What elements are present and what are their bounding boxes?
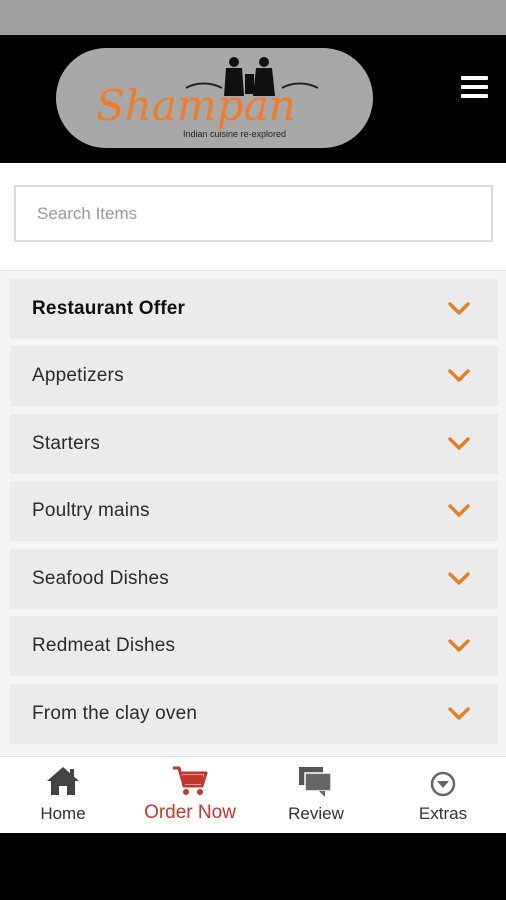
category-item-clay-oven[interactable]: From the clay oven [10, 684, 498, 744]
tab-home[interactable]: Home [0, 757, 126, 834]
logo-tagline: Indian cuisine re-explored [183, 129, 286, 139]
category-label: Starters [32, 433, 101, 454]
category-item-seafood-dishes[interactable]: Seafood Dishes [10, 549, 498, 609]
chevron-down-icon [448, 504, 470, 517]
search-box[interactable] [14, 185, 493, 242]
hamburger-menu-icon[interactable] [460, 76, 490, 102]
status-bar [0, 0, 506, 35]
cart-icon [173, 766, 208, 795]
bottom-tab-bar: Home Order Now Review Extras [0, 756, 506, 833]
chevron-down-icon [448, 707, 470, 720]
chevron-down-icon [448, 369, 470, 382]
logo-text: Shampan [96, 81, 296, 130]
category-list: Restaurant Offer Appetizers Starters Pou… [0, 270, 506, 756]
tab-label: Review [288, 804, 344, 823]
chevron-down-icon [448, 302, 470, 315]
chevron-down-icon [448, 437, 470, 450]
category-label: Redmeat Dishes [32, 635, 176, 656]
category-item-starters[interactable]: Starters [10, 414, 498, 474]
category-label: Restaurant Offer [32, 298, 186, 319]
chevron-circle-icon [430, 771, 456, 797]
category-label: Appetizers [32, 365, 124, 386]
category-item-poultry-mains[interactable]: Poultry mains [10, 481, 498, 541]
category-item-appetizers[interactable]: Appetizers [10, 346, 498, 406]
app-header: Shampan Indian cuisine re-explored [0, 35, 506, 163]
search-input[interactable] [16, 187, 491, 240]
category-label: Seafood Dishes [32, 568, 169, 589]
chat-icon [299, 767, 332, 797]
tab-review[interactable]: Review [253, 757, 379, 834]
main-content: Restaurant Offer Appetizers Starters Pou… [0, 163, 506, 756]
tab-extras[interactable]: Extras [380, 757, 506, 834]
tab-label: Extras [418, 804, 468, 823]
category-item-restaurant-offer[interactable]: Restaurant Offer [10, 279, 498, 339]
tab-label: Home [40, 804, 86, 823]
chevron-down-icon [448, 572, 470, 585]
category-item-redmeat-dishes[interactable]: Redmeat Dishes [10, 616, 498, 676]
tab-label: Order Now [144, 802, 236, 823]
home-icon [47, 767, 79, 795]
restaurant-logo[interactable]: Shampan Indian cuisine re-explored [56, 48, 373, 148]
tab-order-now[interactable]: Order Now [127, 757, 253, 834]
navigation-bar-area [0, 833, 506, 900]
chevron-down-icon [448, 639, 470, 652]
category-label: Poultry mains [32, 500, 150, 521]
category-label: From the clay oven [32, 703, 198, 724]
